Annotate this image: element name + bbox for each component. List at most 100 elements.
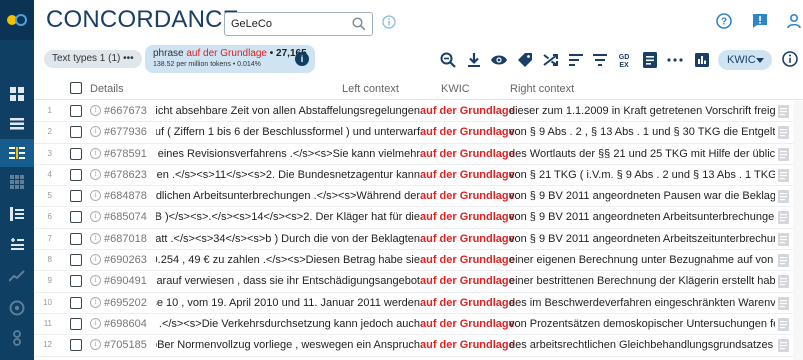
table-row[interactable]: 6 i#685074 § 611 BGB )</s><s>.</s><s>14</s… (34, 207, 803, 229)
help-icon[interactable]: ? (716, 13, 732, 34)
table-row[interactable]: 11 i#698604 Marke ) .</s><s>Die Verkehrsdu… (34, 314, 803, 336)
kwic-keyword[interactable]: auf der Grundlage (420, 318, 515, 330)
table-row[interactable]: 3 i#678591 Festsetzung eines Revisionsverf… (34, 144, 803, 165)
search-icon[interactable] (352, 17, 366, 36)
info-icon[interactable]: i (90, 168, 101, 180)
more-icon[interactable] (666, 51, 684, 69)
table-row[interactable]: 1 i #667673 Zeit nicht absehbare Zeit von a… (34, 101, 803, 123)
copy-icon[interactable] (778, 254, 789, 270)
user-account-icon[interactable] (786, 13, 802, 34)
token-id-link[interactable]: #667673 (104, 105, 147, 117)
copy-icon[interactable] (778, 339, 789, 355)
table-row[interactable]: 8 i#690263 Betrag von 70.254 , 49 € zu zah… (34, 250, 803, 272)
token-id-link[interactable]: #698604 (104, 318, 147, 330)
dashboard-icon[interactable] (0, 80, 34, 108)
view-mode-select[interactable]: KWIC (718, 50, 772, 70)
kwic-keyword[interactable]: auf der Grundlage (420, 126, 515, 138)
word-sketch-icon[interactable] (0, 200, 34, 228)
ngrams-icon[interactable] (0, 324, 34, 352)
token-id-link[interactable]: #705185 (104, 339, 147, 351)
row-checkbox[interactable] (70, 296, 82, 309)
info-icon[interactable]: i (90, 254, 101, 266)
shuffle-icon[interactable] (542, 51, 560, 69)
copy-icon[interactable] (778, 232, 789, 249)
table-row[interactable]: 4 i#678623 erlassen werden .</s><s>11</s><… (34, 165, 803, 187)
info-icon[interactable]: i (90, 317, 101, 329)
table-row[interactable]: 7 i#687018 Lohn statt .</s><s>34</s><s>b )… (34, 229, 803, 251)
logo-icon[interactable] (0, 0, 34, 40)
table-row[interactable]: 10 i #695202 Klasse 10 , vom 19. April 2010… (34, 293, 803, 314)
copy-icon[interactable] (778, 275, 789, 291)
copy-icon[interactable] (778, 190, 789, 206)
parallel-concordance-icon[interactable] (0, 139, 34, 167)
kwic-keyword[interactable]: auf der Grundlage (420, 190, 515, 202)
info-icon[interactable]: i (90, 232, 101, 244)
token-id-link[interactable]: #678591 (104, 148, 147, 160)
wordlist-icon[interactable] (0, 168, 34, 196)
visibility-icon[interactable] (490, 51, 508, 69)
token-id-link[interactable]: #690263 (104, 254, 147, 266)
table-row[interactable]: 5 i#684878 der gegenständlichen Arbeitsunt… (34, 186, 803, 208)
kwic-keyword[interactable]: auf der Grundlage (420, 233, 515, 245)
copy-icon[interactable] (778, 317, 789, 334)
toolbar-info-icon[interactable] (782, 51, 798, 72)
frequency-icon[interactable] (693, 51, 711, 69)
copy-icon[interactable] (778, 147, 789, 164)
table-row[interactable]: 9 i#690491 Recht darauf verwiesen , dass s… (34, 271, 803, 293)
row-checkbox[interactable] (70, 232, 82, 245)
zoom-out-icon[interactable] (439, 51, 457, 69)
token-id-link[interactable]: #678623 (104, 169, 147, 181)
row-checkbox[interactable] (70, 339, 82, 352)
info-icon[interactable] (382, 15, 396, 34)
right-context-column-header[interactable]: Right context (510, 83, 574, 95)
token-id-link[interactable]: #695202 (104, 297, 147, 309)
info-icon[interactable]: i (90, 105, 101, 116)
row-checkbox[interactable] (70, 254, 82, 267)
kwic-keyword[interactable]: auf der Grundlage (420, 211, 515, 223)
kwic-keyword[interactable]: auf der Grundlage (420, 105, 515, 117)
row-checkbox[interactable] (70, 190, 82, 203)
select-all-checkbox[interactable] (70, 82, 82, 94)
kwic-keyword[interactable]: auf der Grundlage (420, 169, 515, 181)
row-checkbox[interactable] (70, 317, 82, 330)
kwic-keyword[interactable]: auf der Grundlage (420, 148, 515, 160)
trends-icon[interactable] (0, 262, 34, 290)
table-row[interactable]: 12 i#705185 bei bloBer Normenvollzug vorli… (34, 335, 803, 357)
info-icon[interactable]: i (90, 296, 101, 308)
kwic-keyword[interactable]: auf der Grundlage (420, 275, 515, 287)
concordance-icon[interactable] (0, 110, 34, 138)
token-id-link[interactable]: #684878 (104, 190, 147, 202)
corpus-search-box[interactable] (224, 12, 373, 36)
kwic-keyword[interactable]: auf der Grundlage (420, 254, 515, 266)
row-checkbox[interactable] (70, 275, 82, 288)
label-icon[interactable] (516, 51, 534, 69)
query-summary-chip[interactable]: phrase auf der Grundlage • 27,165 138.52… (145, 45, 315, 73)
info-icon[interactable]: i (90, 126, 101, 138)
sort-icon[interactable] (567, 51, 585, 69)
keywords-icon[interactable] (0, 294, 34, 322)
download-icon[interactable] (465, 51, 483, 69)
query-info-icon[interactable]: i (295, 52, 309, 66)
info-icon[interactable]: i (90, 190, 101, 202)
feedback-icon[interactable] (752, 13, 768, 34)
info-icon[interactable]: i (90, 211, 101, 223)
info-icon[interactable]: i (90, 147, 101, 159)
copy-icon[interactable] (778, 105, 789, 121)
thesaurus-icon[interactable] (0, 230, 34, 258)
info-icon[interactable]: i (90, 275, 101, 287)
token-id-link[interactable]: #685074 (104, 211, 147, 223)
token-id-link[interactable]: #690491 (104, 275, 147, 287)
copy-icon[interactable] (778, 168, 789, 185)
kwic-column-header[interactable]: KWIC (441, 83, 470, 95)
table-row[interactable]: 2 i#677936 Tarifs auf ( Ziffern 1 bis 6 de… (34, 122, 803, 144)
copy-icon[interactable] (778, 211, 789, 227)
document-icon[interactable] (641, 51, 659, 69)
scrollbar[interactable] (793, 101, 803, 360)
token-id-link[interactable]: #687018 (104, 233, 147, 245)
corpus-search-input[interactable] (231, 16, 341, 32)
text-types-chip[interactable]: Text types 1 (1) ••• (44, 50, 142, 68)
info-icon[interactable]: i (90, 339, 101, 351)
row-checkbox[interactable] (70, 168, 82, 181)
row-checkbox[interactable] (70, 126, 82, 139)
row-checkbox[interactable] (70, 105, 82, 117)
